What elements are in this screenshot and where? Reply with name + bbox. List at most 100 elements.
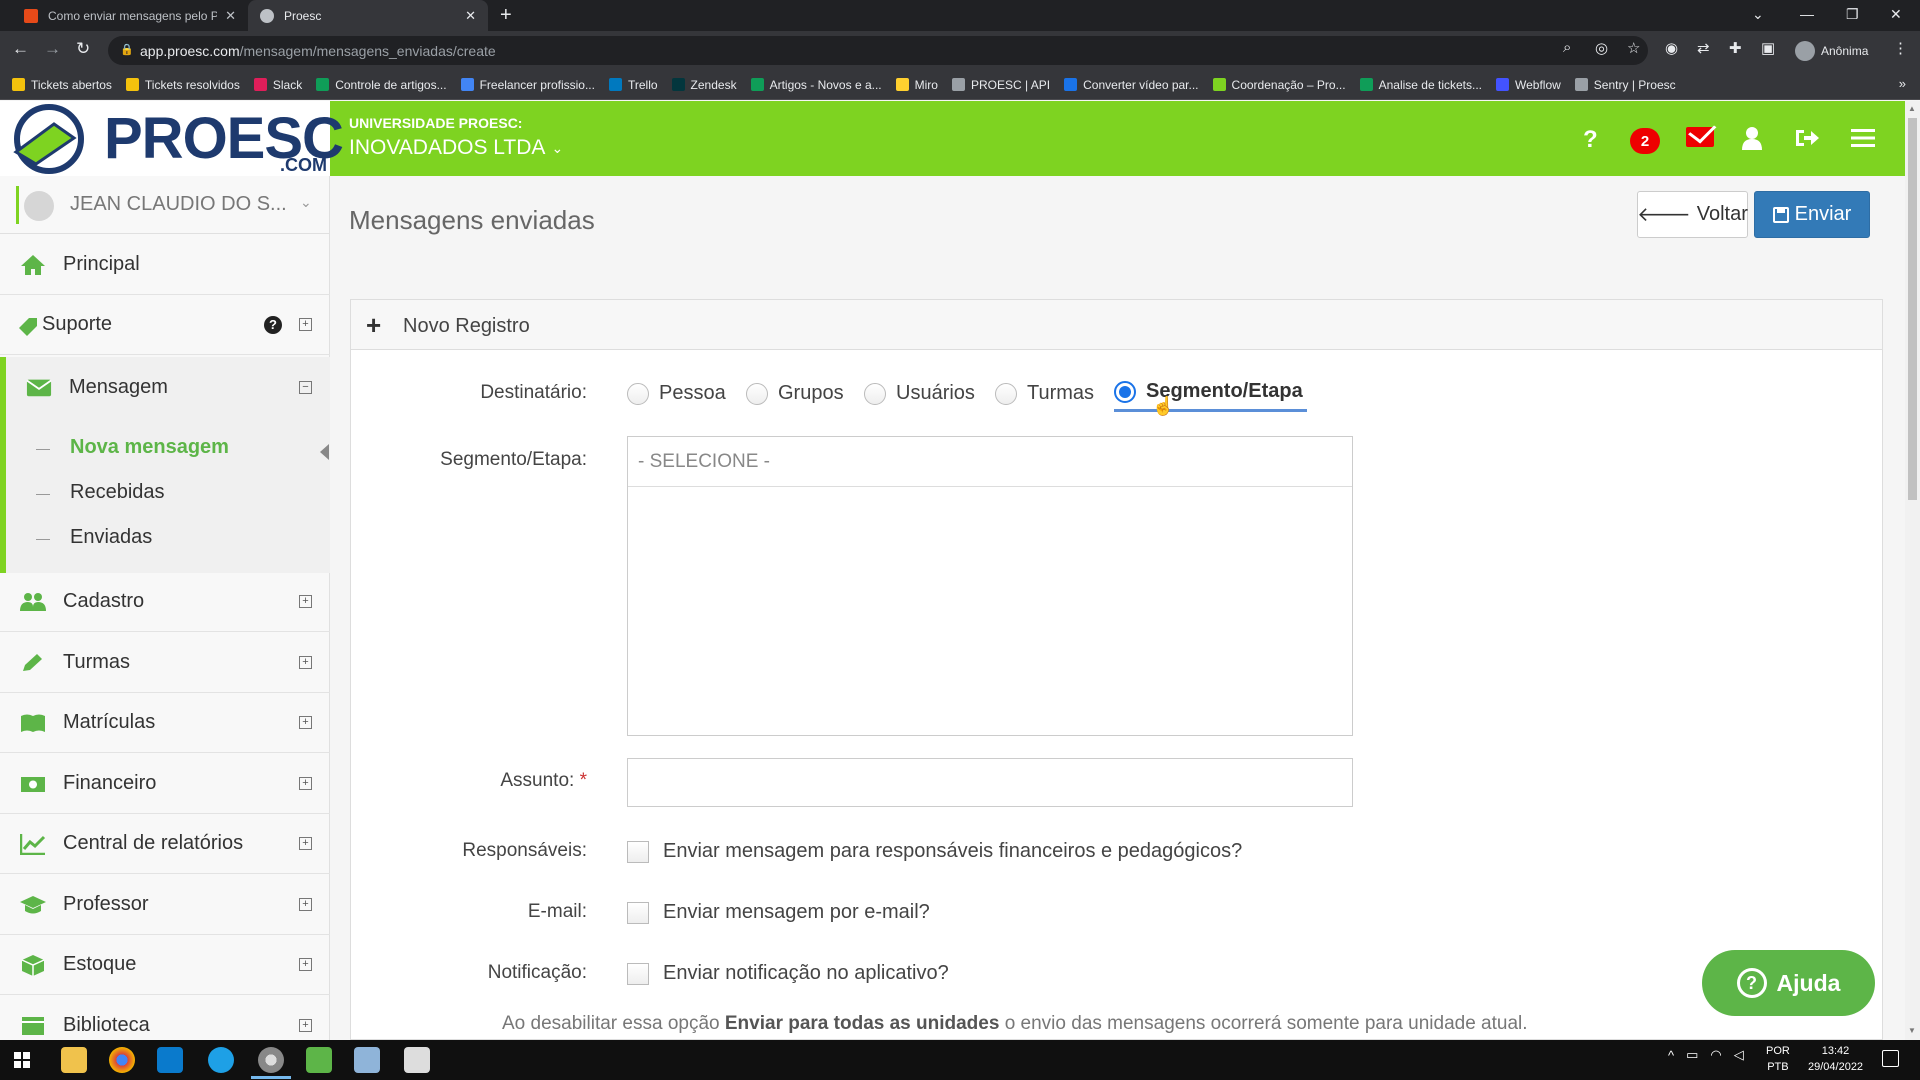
- collapse-icon[interactable]: −: [299, 380, 312, 394]
- tab-como-enviar[interactable]: Como enviar mensagens pelo Pr ✕: [12, 0, 248, 31]
- radio-usuarios[interactable]: Usuários: [864, 382, 975, 405]
- tray-chevron-icon[interactable]: ^: [1668, 1048, 1674, 1063]
- send-button[interactable]: Enviar: [1754, 191, 1870, 238]
- bookmark-item[interactable]: Trello: [608, 78, 658, 92]
- zoom-icon[interactable]: ⌕: [1563, 39, 1571, 56]
- bookmark-item[interactable]: PROESC | API: [951, 78, 1050, 92]
- chrome-incognito-icon[interactable]: [258, 1047, 284, 1073]
- expand-icon[interactable]: +: [299, 958, 312, 971]
- scroll-up-icon[interactable]: ▲: [1908, 104, 1916, 113]
- eye-off-icon[interactable]: ◎: [1595, 39, 1608, 57]
- remote-desktop-icon[interactable]: [404, 1047, 430, 1073]
- expand-icon[interactable]: +: [299, 777, 312, 790]
- tab-proesc[interactable]: Proesc ✕: [248, 0, 488, 31]
- notes-icon[interactable]: [354, 1047, 380, 1073]
- sidebar-item-financeiro[interactable]: Financeiro +: [0, 754, 330, 814]
- app-stack-icon[interactable]: [306, 1047, 332, 1073]
- sidebar-item-turmas[interactable]: Turmas +: [0, 633, 330, 693]
- radio-turmas[interactable]: Turmas: [995, 382, 1094, 405]
- radio-circle[interactable]: [995, 382, 1017, 405]
- radio-circle-selected[interactable]: [1114, 380, 1136, 403]
- help-button[interactable]: ? Ajuda: [1702, 950, 1875, 1016]
- file-explorer-icon[interactable]: [61, 1047, 87, 1073]
- close-tab-icon[interactable]: ✕: [225, 8, 236, 24]
- radio-circle[interactable]: [746, 382, 768, 405]
- user-icon[interactable]: [1741, 126, 1763, 150]
- sidebar-item-suporte[interactable]: Suporte ? +: [0, 295, 330, 355]
- notificacao-checkbox[interactable]: [627, 962, 649, 985]
- sidebar-item-matriculas[interactable]: Matrículas +: [0, 693, 330, 753]
- expand-icon[interactable]: +: [299, 898, 312, 911]
- tab-search-icon[interactable]: ⌄: [1752, 6, 1764, 23]
- restore-icon[interactable]: ❐: [1846, 6, 1859, 23]
- back-icon[interactable]: ←: [12, 39, 29, 59]
- profile-button[interactable]: Anônima: [1795, 41, 1868, 61]
- notification-center-icon[interactable]: [1882, 1050, 1899, 1067]
- radio-grupos[interactable]: Grupos: [746, 382, 844, 405]
- school-selector[interactable]: INOVADADOS LTDA ⌄: [349, 136, 563, 160]
- user-menu[interactable]: JEAN CLAUDIO DO S... ⌄: [0, 176, 330, 234]
- bookmark-item[interactable]: Analise de tickets...: [1359, 78, 1482, 92]
- puzzle-icon[interactable]: ✚: [1729, 39, 1742, 57]
- taskbar-clock[interactable]: 13:42 29/04/2022: [1808, 1043, 1863, 1075]
- hamburger-menu-icon[interactable]: [1851, 128, 1875, 148]
- responsaveis-checkbox[interactable]: [627, 840, 649, 863]
- expand-icon[interactable]: +: [299, 318, 312, 331]
- bookmark-item[interactable]: Miro: [895, 78, 938, 92]
- bookmark-item[interactable]: Freelancer profissio...: [460, 78, 595, 92]
- radio-circle[interactable]: [864, 382, 886, 405]
- bookmark-item[interactable]: Zendesk: [671, 78, 737, 92]
- menu-dots-icon[interactable]: ⋮: [1893, 39, 1908, 57]
- sidebar-item-central-de-relatorios[interactable]: Central de relatórios +: [0, 814, 330, 874]
- bookmark-item[interactable]: Coordenação – Pro...: [1212, 78, 1346, 92]
- segmento-placeholder[interactable]: - SELECIONE -: [628, 437, 1352, 487]
- radio-segmento-etapa[interactable]: Segmento/Etapa: [1114, 380, 1303, 403]
- battery-icon[interactable]: ▭: [1686, 1047, 1698, 1063]
- sidebar-item-estoque[interactable]: Estoque +: [0, 935, 330, 995]
- vscode-icon[interactable]: [157, 1047, 183, 1073]
- email-checkbox-row[interactable]: Enviar mensagem por e-mail?: [627, 901, 930, 924]
- bookmark-item[interactable]: Webflow: [1496, 78, 1561, 92]
- expand-icon[interactable]: +: [299, 716, 312, 729]
- windows-start-icon[interactable]: [14, 1052, 30, 1068]
- language-indicator[interactable]: POR PTB: [1766, 1043, 1790, 1075]
- bookmark-item[interactable]: Tickets resolvidos: [125, 78, 240, 92]
- notificacao-checkbox-row[interactable]: Enviar notificação no aplicativo?: [627, 962, 949, 985]
- sidebar-subitem-enviadas[interactable]: Enviadas: [70, 526, 152, 549]
- sidebar-item-professor[interactable]: Professor +: [0, 875, 330, 935]
- bookmark-item[interactable]: Converter vídeo par...: [1064, 78, 1199, 92]
- assunto-input[interactable]: [627, 758, 1353, 807]
- bookmark-item[interactable]: Artigos - Novos e a...: [750, 78, 882, 92]
- radio-circle[interactable]: [627, 382, 649, 405]
- sidepanel-icon[interactable]: ▣: [1761, 39, 1775, 57]
- url-input[interactable]: 🔒 app.proesc.com/mensagem/mensagens_envi…: [108, 36, 1648, 65]
- expand-icon[interactable]: +: [299, 656, 312, 669]
- bookmark-item[interactable]: Controle de artigos...: [316, 78, 447, 92]
- envelope-icon[interactable]: [1686, 127, 1714, 147]
- new-tab-icon[interactable]: +: [500, 4, 512, 27]
- question-circle-icon[interactable]: ?: [264, 315, 282, 334]
- expand-icon[interactable]: +: [299, 1018, 312, 1032]
- chrome-icon[interactable]: [109, 1047, 135, 1073]
- sidebar-subitem-nova-mensagem[interactable]: Nova mensagem: [70, 436, 229, 459]
- bookmark-item[interactable]: Tickets abertos: [12, 78, 112, 92]
- responsaveis-checkbox-row[interactable]: Enviar mensagem para responsáveis financ…: [627, 840, 1242, 863]
- sidebar-subitem-recebidas[interactable]: Recebidas: [70, 481, 165, 504]
- sidebar-item-mensagem[interactable]: Mensagem −: [0, 357, 330, 417]
- edge-icon[interactable]: [208, 1047, 234, 1073]
- sidebar-item-cadastro[interactable]: Cadastro +: [0, 572, 330, 632]
- bookmark-item[interactable]: Sentry | Proesc: [1574, 78, 1676, 92]
- help-question-icon[interactable]: ?: [1583, 126, 1598, 154]
- bookmarks-overflow-icon[interactable]: »: [1899, 76, 1906, 91]
- translate-icon[interactable]: ⇄: [1697, 39, 1710, 57]
- bookmark-item[interactable]: Slack: [253, 78, 302, 92]
- wifi-icon[interactable]: ◠: [1710, 1047, 1721, 1063]
- notification-badge[interactable]: 2: [1630, 128, 1660, 154]
- scroll-down-icon[interactable]: ▼: [1908, 1026, 1916, 1035]
- extension-icon[interactable]: ◉: [1665, 39, 1678, 57]
- volume-icon[interactable]: ◁: [1734, 1047, 1744, 1063]
- expand-icon[interactable]: +: [299, 595, 312, 608]
- segmento-multiselect[interactable]: - SELECIONE -: [627, 436, 1353, 736]
- close-tab-icon[interactable]: ✕: [465, 8, 476, 24]
- logout-icon[interactable]: [1794, 128, 1820, 148]
